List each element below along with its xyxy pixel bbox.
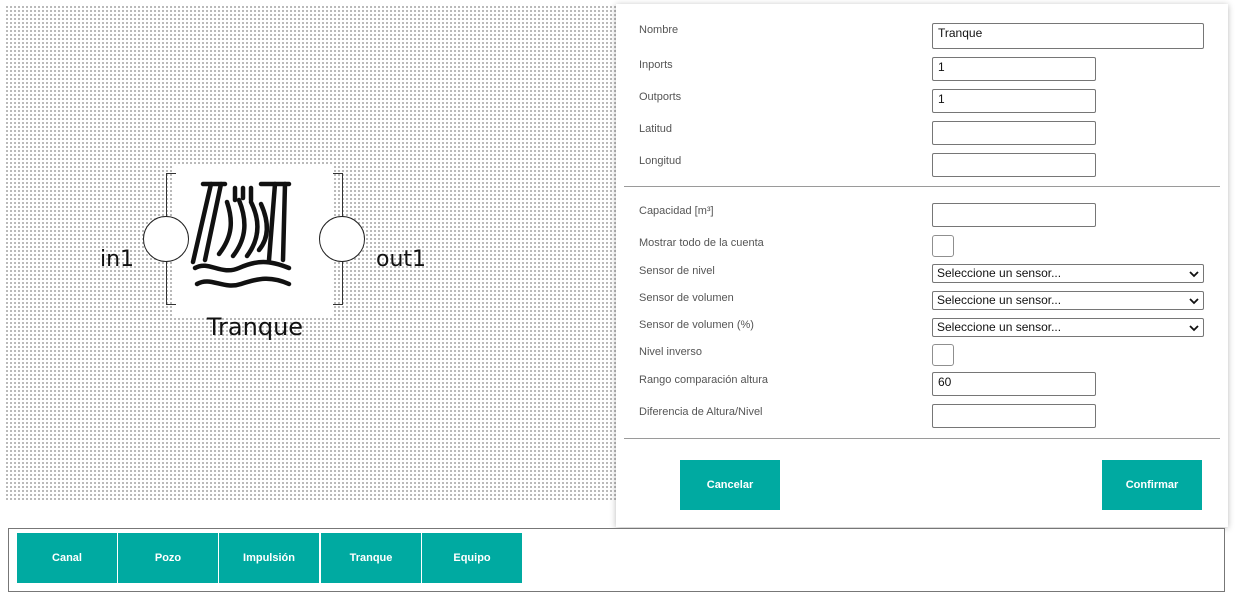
palette-button-canal[interactable]: Canal <box>17 533 117 583</box>
diferencia-altura-input[interactable] <box>932 404 1096 428</box>
sensor-volumen-value: Seleccione un sensor... <box>937 293 1062 307</box>
capacidad-input[interactable] <box>932 203 1096 227</box>
confirm-button[interactable]: Confirmar <box>1102 460 1202 510</box>
sensor-volumen-label: Sensor de volumen <box>639 292 734 304</box>
sensor-volumen-pct-label: Sensor de volumen (%) <box>639 319 754 331</box>
chevron-down-icon <box>1189 271 1199 278</box>
sensor-volumen-pct-value: Seleccione un sensor... <box>937 320 1062 334</box>
longitud-input[interactable] <box>932 153 1096 177</box>
outports-label: Outports <box>639 91 682 103</box>
cancel-button[interactable]: Cancelar <box>680 460 780 510</box>
palette-button-equipo[interactable]: Equipo <box>422 533 522 583</box>
output-port-label: out1 <box>376 247 427 272</box>
dam-waterfall-icon <box>190 181 292 288</box>
inports-label: Inports <box>639 59 673 71</box>
latitud-input[interactable] <box>932 121 1096 145</box>
mostrar-todo-label: Mostrar todo de la cuenta <box>639 237 764 249</box>
rango-comparacion-label: Rango comparación altura <box>639 374 769 386</box>
palette-button-impulsion[interactable]: Impulsión <box>219 533 319 583</box>
block-palette-toolbar: Canal Pozo Impulsión Tranque Equipo <box>8 528 1225 592</box>
sensor-nivel-label: Sensor de nivel <box>639 265 715 277</box>
nombre-label: Nombre <box>639 24 679 36</box>
latitud-label: Latitud <box>639 123 673 135</box>
capacidad-label: Capacidad [m³] <box>639 205 714 217</box>
nivel-inverso-label: Nivel inverso <box>639 346 702 358</box>
inports-input[interactable]: 1 <box>932 57 1096 81</box>
section-divider <box>624 438 1220 439</box>
rango-comparacion-input[interactable]: 60 <box>932 372 1096 396</box>
input-port-circle[interactable] <box>143 216 189 262</box>
chevron-down-icon <box>1189 298 1199 305</box>
output-port-circle[interactable] <box>319 216 365 262</box>
sensor-volumen-pct-select[interactable]: Seleccione un sensor... <box>932 318 1204 337</box>
sensor-volumen-select[interactable]: Seleccione un sensor... <box>932 291 1204 310</box>
longitud-label: Longitud <box>639 155 682 167</box>
chevron-down-icon <box>1189 325 1199 332</box>
nombre-input[interactable]: Tranque <box>932 23 1204 49</box>
palette-button-pozo[interactable]: Pozo <box>118 533 218 583</box>
input-port-label: in1 <box>100 247 135 272</box>
nivel-inverso-checkbox[interactable] <box>932 344 954 366</box>
palette-button-tranque[interactable]: Tranque <box>321 533 421 583</box>
diferencia-altura-label: Diferencia de Altura/Nivel <box>639 406 763 418</box>
section-divider <box>624 186 1220 187</box>
sensor-nivel-value: Seleccione un sensor... <box>937 266 1062 280</box>
properties-panel: Nombre Tranque Inports 1 Outports 1 Lati… <box>616 4 1228 527</box>
mostrar-todo-checkbox[interactable] <box>932 235 954 257</box>
block-name-label: Tranque <box>206 313 304 341</box>
sensor-nivel-select[interactable]: Seleccione un sensor... <box>932 264 1204 283</box>
outports-input[interactable]: 1 <box>932 89 1096 113</box>
